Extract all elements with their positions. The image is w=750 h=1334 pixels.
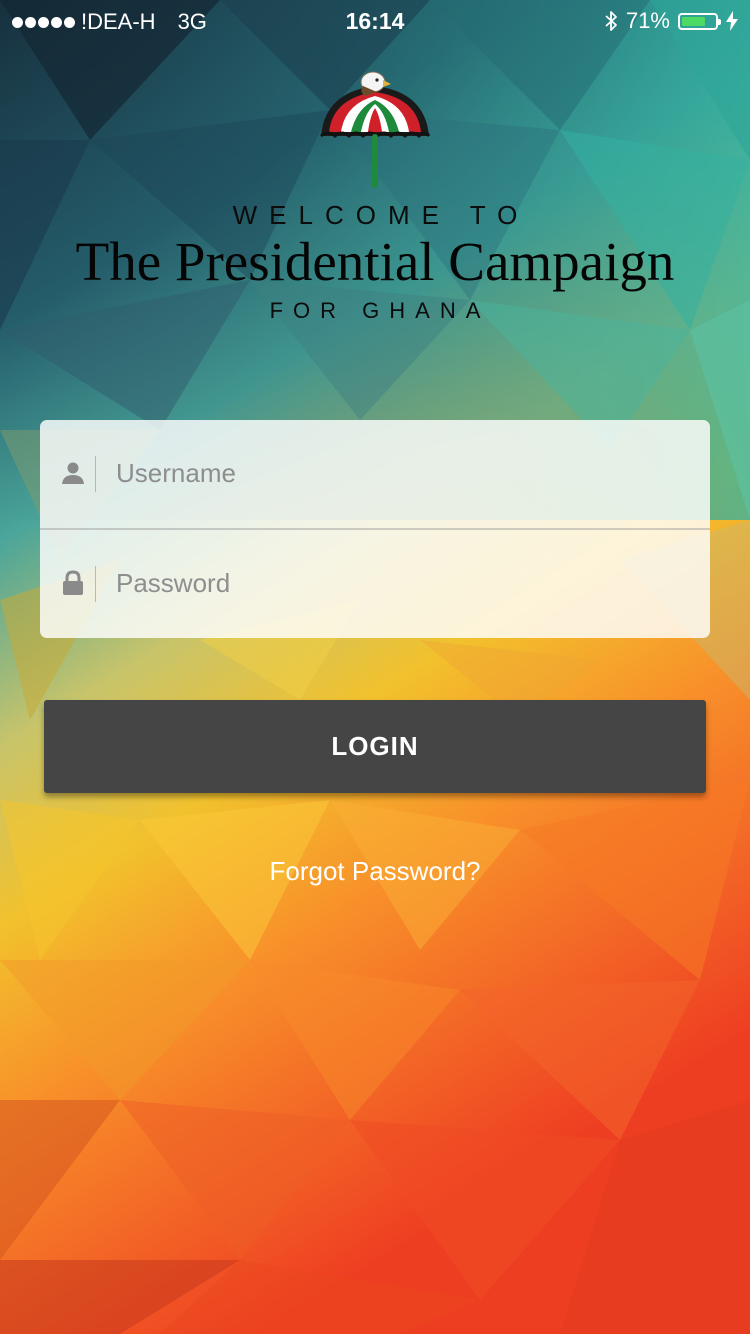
status-bar: !DEA-H 3G 16:14 71% [0,0,750,40]
password-input[interactable] [116,558,686,608]
umbrella-eagle-logo [320,71,431,188]
username-field [40,420,710,528]
welcome-heading: WELCOME TO [232,200,530,230]
battery-percentage: 71% [625,8,670,33]
lock-icon [63,570,83,595]
charging-bolt-icon [726,11,738,31]
bluetooth-icon [605,11,617,31]
login-screen: !DEA-H 3G 16:14 71% WELCOME TO The Presi… [0,0,750,1334]
forgot-password-link[interactable]: Forgot Password? [0,856,750,887]
status-right: 71% [604,8,738,34]
user-icon [62,462,84,484]
username-icon-separator [95,456,96,492]
password-icon-separator [95,566,96,602]
page-subtitle: FOR GHANA [269,298,491,323]
username-input[interactable] [116,448,686,498]
page-title: The Presidential Campaign [75,231,675,292]
login-button[interactable]: LOGIN [44,700,706,793]
password-field [40,530,710,638]
battery-icon [678,12,721,30]
battery-level-fill [682,16,705,26]
login-form-card [40,420,710,638]
